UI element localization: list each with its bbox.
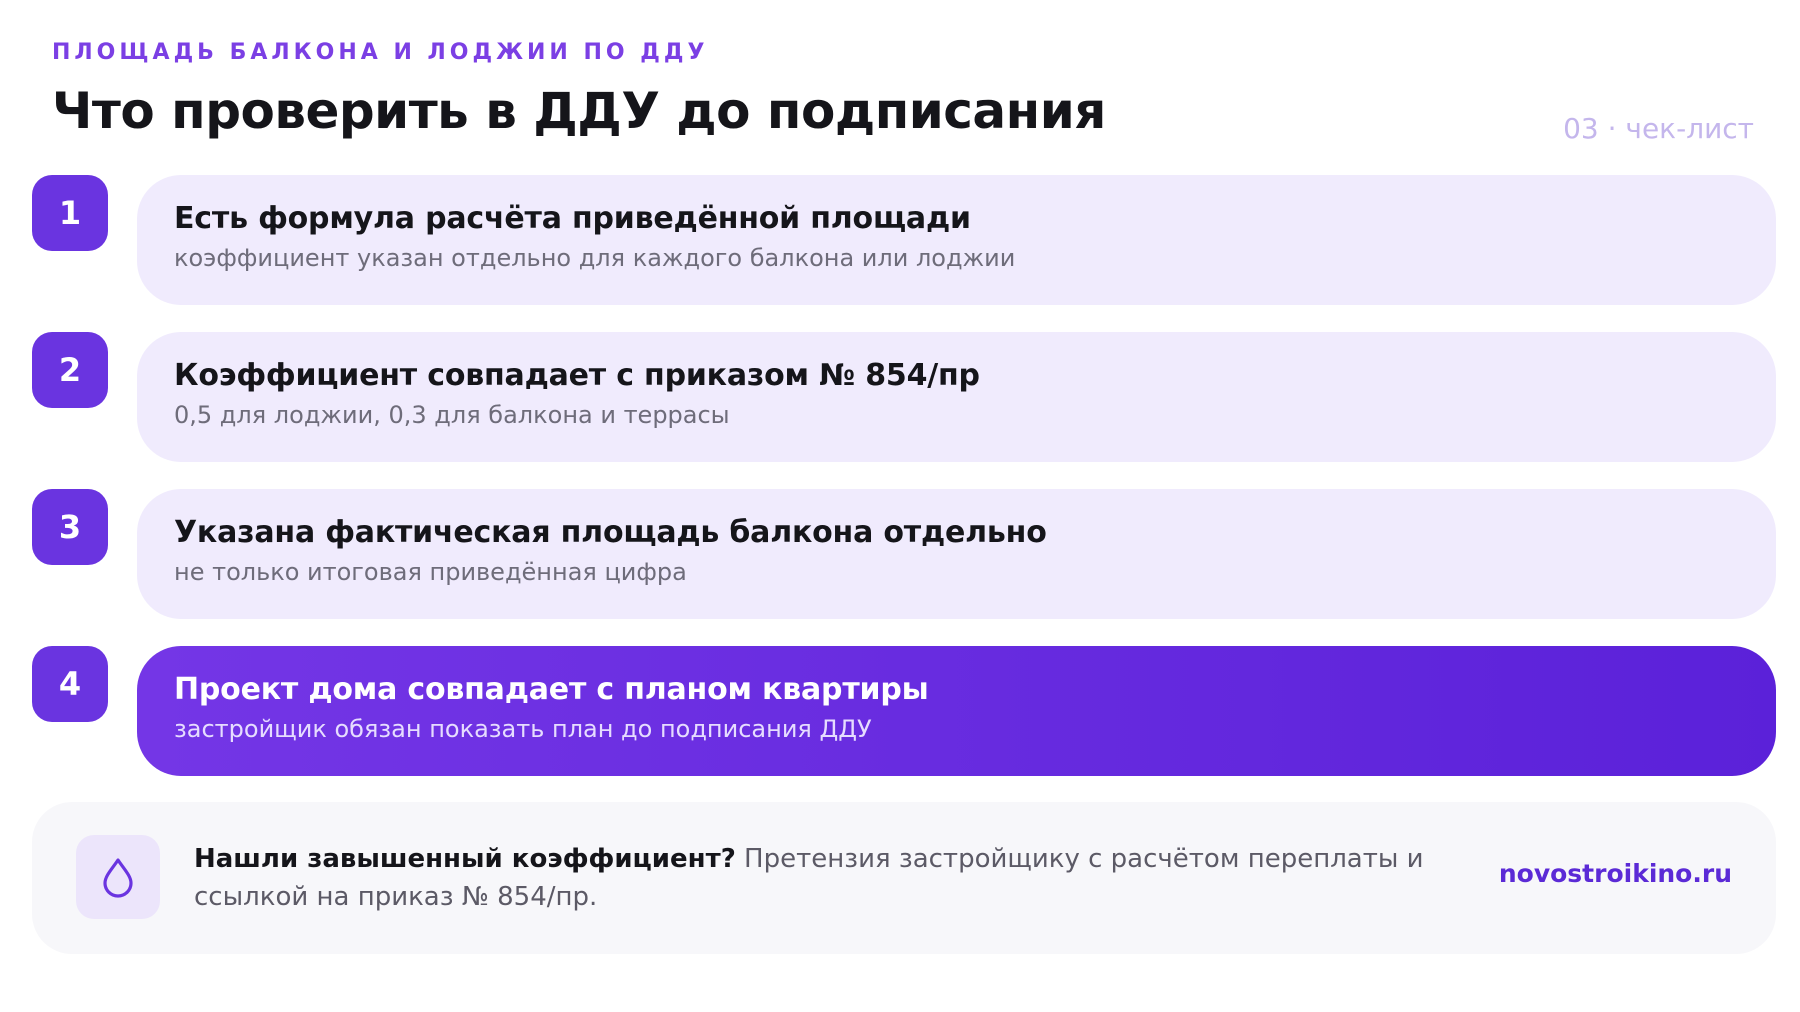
checklist-item-title: Есть формула расчёта приведённой площади bbox=[174, 201, 971, 236]
checklist-item-subtitle: 0,5 для лоджии, 0,3 для балкона и террас… bbox=[174, 401, 730, 429]
checklist-item-4: 4 Проект дома совпадает с планом квартир… bbox=[32, 646, 1776, 776]
drop-icon-svg bbox=[103, 858, 133, 898]
step-number-badge: 3 bbox=[32, 489, 108, 565]
checklist-item-2: 2 Коэффициент совпадает с приказом № 854… bbox=[32, 332, 1776, 462]
step-number-badge: 4 bbox=[32, 646, 108, 722]
checklist-item-subtitle: коэффициент указан отдельно для каждого … bbox=[174, 244, 1016, 272]
checklist-card-highlighted: Проект дома совпадает с планом квартиры … bbox=[137, 646, 1776, 776]
checklist-item-subtitle: застройщик обязан показать план до подпи… bbox=[174, 715, 872, 743]
checklist-item-3: 3 Указана фактическая площадь балкона от… bbox=[32, 489, 1776, 619]
checklist-item-title: Проект дома совпадает с планом квартиры bbox=[174, 672, 929, 707]
drop-icon bbox=[76, 835, 160, 919]
eyebrow-label: ПЛОЩАДЬ БАЛКОНА И ЛОДЖИИ ПО ДДУ bbox=[52, 40, 709, 65]
checklist-item-subtitle: не только итоговая приведённая цифра bbox=[174, 558, 687, 586]
checklist-card: Указана фактическая площадь балкона отде… bbox=[137, 489, 1776, 619]
checklist: 1 Есть формула расчёта приведённой площа… bbox=[32, 175, 1776, 776]
checklist-card: Коэффициент совпадает с приказом № 854/п… bbox=[137, 332, 1776, 462]
tip-lead: Нашли завышенный коэффициент? bbox=[194, 844, 736, 874]
checklist-card: Есть формула расчёта приведённой площади… bbox=[137, 175, 1776, 305]
page-title: Что проверить в ДДУ до подписания bbox=[52, 82, 1106, 140]
tip-text: Нашли завышенный коэффициент? Претензия … bbox=[194, 840, 1494, 916]
step-number-badge: 1 bbox=[32, 175, 108, 251]
checklist-item-1: 1 Есть формула расчёта приведённой площа… bbox=[32, 175, 1776, 305]
site-link[interactable]: novostroikino.ru bbox=[1499, 859, 1732, 888]
checklist-item-title: Указана фактическая площадь балкона отде… bbox=[174, 515, 1047, 550]
page-counter: 03 · чек-лист bbox=[1563, 112, 1754, 145]
step-number-badge: 2 bbox=[32, 332, 108, 408]
slide: ПЛОЩАДЬ БАЛКОНА И ЛОДЖИИ ПО ДДУ Что пров… bbox=[0, 0, 1800, 1012]
tip-box: Нашли завышенный коэффициент? Претензия … bbox=[32, 802, 1776, 954]
checklist-item-title: Коэффициент совпадает с приказом № 854/п… bbox=[174, 358, 980, 393]
